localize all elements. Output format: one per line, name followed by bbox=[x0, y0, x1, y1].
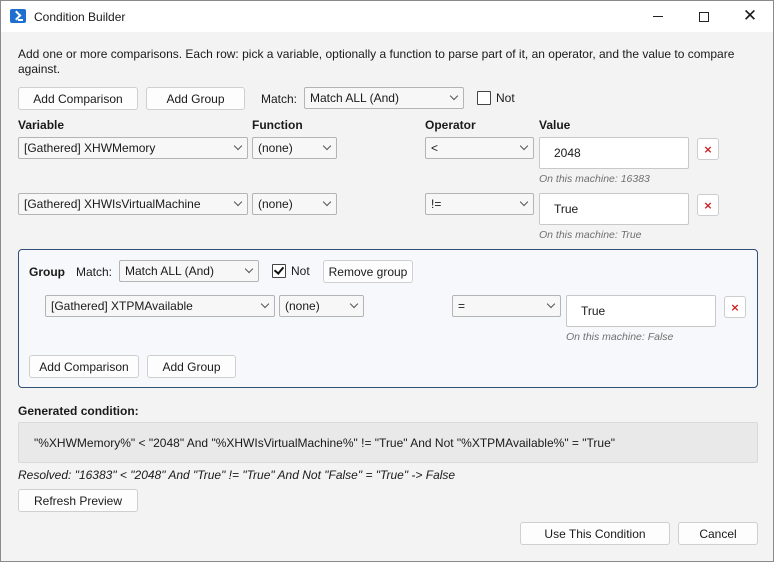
group-match-label: Match: bbox=[76, 265, 113, 279]
match-label: Match: bbox=[261, 92, 298, 106]
group-add-group-button[interactable]: Add Group bbox=[147, 355, 236, 378]
row-2-value-text: True bbox=[554, 202, 579, 216]
row-1-operator-value: < bbox=[431, 141, 439, 155]
generated-condition-text: "%XHWMemory%" < "2048" And "%XHWIsVirtua… bbox=[18, 422, 758, 463]
group-row-1-function-select[interactable]: (none) bbox=[279, 295, 364, 317]
use-condition-button[interactable]: Use This Condition bbox=[520, 522, 670, 545]
row-2-operator-value: != bbox=[431, 197, 442, 211]
row-2-value-input[interactable]: True bbox=[539, 193, 689, 225]
group-add-comparison-button[interactable]: Add Comparison bbox=[29, 355, 139, 378]
match-select-value: Match ALL (And) bbox=[310, 91, 399, 105]
chevron-down-icon bbox=[233, 197, 243, 207]
checkmark-icon bbox=[273, 264, 285, 275]
column-header-operator: Operator bbox=[425, 118, 476, 132]
column-header-value: Value bbox=[539, 118, 571, 132]
title-bar: Condition Builder ✕ bbox=[1, 1, 773, 32]
column-header-function: Function bbox=[252, 118, 303, 132]
description-text: Add one or more comparisons. Each row: p… bbox=[18, 47, 735, 76]
chevron-down-icon bbox=[233, 141, 243, 151]
chevron-down-icon bbox=[349, 299, 359, 309]
group-row-1-machine-hint: On this machine: False bbox=[566, 331, 674, 343]
row-2-variable-value: [Gathered] XHWIsVirtualMachine bbox=[24, 197, 201, 211]
row-2-delete-button[interactable]: × bbox=[697, 194, 719, 216]
powershell-icon bbox=[10, 9, 26, 23]
row-1-function-value: (none) bbox=[258, 141, 293, 155]
group-match-select-value: Match ALL (And) bbox=[125, 264, 214, 278]
delete-icon: × bbox=[703, 198, 713, 212]
chevron-down-icon bbox=[519, 141, 529, 151]
column-header-variable: Variable bbox=[18, 118, 65, 132]
close-button[interactable]: ✕ bbox=[727, 1, 773, 32]
minimize-icon bbox=[653, 16, 663, 17]
chevron-down-icon bbox=[244, 264, 254, 274]
group-not-label: Not bbox=[291, 264, 310, 278]
match-select[interactable]: Match ALL (And) bbox=[304, 87, 464, 109]
row-1-machine-hint: On this machine: 16383 bbox=[539, 173, 650, 185]
group-row-1-function-value: (none) bbox=[285, 299, 320, 313]
row-1-value-input[interactable]: 2048 bbox=[539, 137, 689, 169]
chevron-down-icon bbox=[546, 299, 556, 309]
maximize-button[interactable] bbox=[681, 1, 727, 32]
chevron-down-icon bbox=[322, 197, 332, 207]
row-2-variable-select[interactable]: [Gathered] XHWIsVirtualMachine bbox=[18, 193, 248, 215]
generated-condition-label: Generated condition: bbox=[18, 404, 139, 418]
delete-icon: × bbox=[703, 142, 713, 156]
group-match-select[interactable]: Match ALL (And) bbox=[119, 260, 259, 282]
row-1-delete-button[interactable]: × bbox=[697, 138, 719, 160]
maximize-icon bbox=[699, 11, 709, 22]
condition-builder-window: Condition Builder ✕ Add one or more comp… bbox=[0, 0, 774, 562]
not-label: Not bbox=[496, 91, 515, 105]
dialog-content: Add one or more comparisons. Each row: p… bbox=[1, 32, 773, 561]
add-comparison-button[interactable]: Add Comparison bbox=[18, 87, 138, 110]
group-row-1-operator-value: = bbox=[458, 299, 466, 313]
row-1-value-text: 2048 bbox=[554, 146, 581, 160]
row-1-variable-value: [Gathered] XHWMemory bbox=[24, 141, 156, 155]
group-row-1-variable-select[interactable]: [Gathered] XTPMAvailable bbox=[45, 295, 275, 317]
group-row-1-operator-select[interactable]: = bbox=[452, 295, 561, 317]
row-2-machine-hint: On this machine: True bbox=[539, 229, 642, 241]
group-row-1-delete-button[interactable]: × bbox=[724, 296, 746, 318]
chevron-down-icon bbox=[260, 299, 270, 309]
row-2-function-select[interactable]: (none) bbox=[252, 193, 337, 215]
add-group-button[interactable]: Add Group bbox=[146, 87, 245, 110]
chevron-down-icon bbox=[449, 91, 459, 101]
group-row-1-value-text: True bbox=[581, 304, 606, 318]
group-row-1-variable-value: [Gathered] XTPMAvailable bbox=[51, 299, 193, 313]
group-label: Group bbox=[29, 265, 65, 279]
group-row-1-value-input[interactable]: True bbox=[566, 295, 716, 327]
row-1-operator-select[interactable]: < bbox=[425, 137, 534, 159]
minimize-button[interactable] bbox=[635, 1, 681, 32]
group-not-checkbox[interactable] bbox=[272, 264, 286, 278]
cancel-button[interactable]: Cancel bbox=[678, 522, 758, 545]
resolved-preview-text: Resolved: "16383" < "2048" And "True" !=… bbox=[18, 468, 456, 482]
window-title: Condition Builder bbox=[34, 10, 126, 24]
close-icon: ✕ bbox=[742, 6, 758, 26]
refresh-preview-button[interactable]: Refresh Preview bbox=[18, 489, 138, 512]
row-1-function-select[interactable]: (none) bbox=[252, 137, 337, 159]
chevron-down-icon bbox=[322, 141, 332, 151]
remove-group-button[interactable]: Remove group bbox=[323, 260, 413, 283]
not-checkbox[interactable] bbox=[477, 91, 491, 105]
delete-icon: × bbox=[730, 300, 740, 314]
row-2-function-value: (none) bbox=[258, 197, 293, 211]
row-1-variable-select[interactable]: [Gathered] XHWMemory bbox=[18, 137, 248, 159]
row-2-operator-select[interactable]: != bbox=[425, 193, 534, 215]
chevron-down-icon bbox=[519, 197, 529, 207]
